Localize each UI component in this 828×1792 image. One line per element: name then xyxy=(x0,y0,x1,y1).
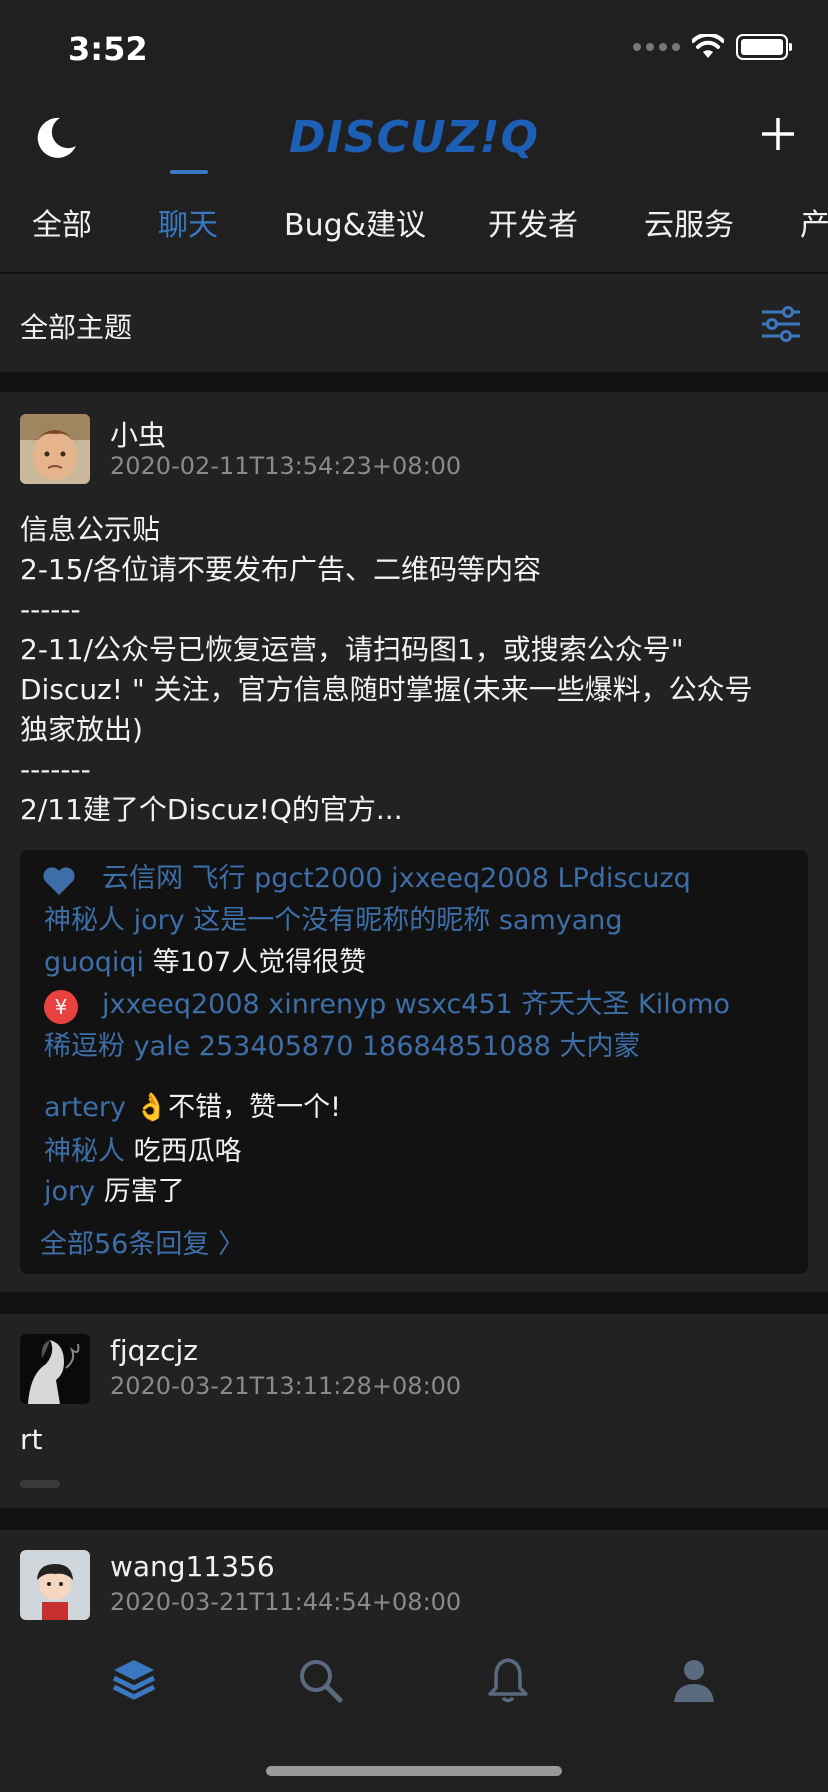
signal-icon xyxy=(633,43,680,51)
tab-all[interactable]: 全部 xyxy=(32,200,92,272)
search-icon[interactable] xyxy=(296,1656,344,1704)
avatar[interactable] xyxy=(20,1334,90,1404)
post-line: 独家放出) xyxy=(20,713,143,746)
reply-text: 吃西瓜咯 xyxy=(133,1136,242,1167)
reply-item[interactable]: 神秘人 吃西瓜咯 xyxy=(44,1132,242,1172)
post-body[interactable]: 信息公示贴 2-15/各位请不要发布广告、二维码等内容 ------ 2-11/… xyxy=(20,510,808,830)
tab-developers[interactable]: 开发者 xyxy=(488,200,578,272)
status-time: 3:52 xyxy=(68,30,148,68)
wifi-icon xyxy=(692,34,724,58)
post-card[interactable]: fjqzcjz 2020-03-21T13:11:28+08:00 rt xyxy=(0,1314,828,1508)
bell-icon[interactable] xyxy=(484,1656,532,1704)
subheader-title: 全部主题 xyxy=(20,311,133,344)
post-line: 2/11建了个Discuz!Q的官方... xyxy=(20,793,403,826)
post-time: 2020-03-21T11:44:54+08:00 xyxy=(110,1588,462,1616)
rewards-line[interactable]: 稀逗粉 yale 253405870 18684851088 大内蒙 xyxy=(44,1026,804,1067)
post-line: 信息公示贴 xyxy=(20,513,161,546)
status-bar: 3:52 xyxy=(0,0,828,96)
likes-summary[interactable]: guoqiqi 等107人觉得很赞 xyxy=(44,942,804,983)
post-line: ------ xyxy=(20,593,81,626)
post-line: 2-15/各位请不要发布广告、二维码等内容 xyxy=(20,553,541,586)
reply-author[interactable]: artery xyxy=(44,1092,126,1123)
topic-filter-bar: 全部主题 xyxy=(0,274,828,372)
tab-product[interactable]: 产 xyxy=(800,200,828,272)
image-placeholder xyxy=(20,1480,60,1488)
post-card[interactable]: 小虫 2020-02-11T13:54:23+08:00 信息公示贴 2-15/… xyxy=(0,392,828,1292)
avatar[interactable] xyxy=(20,414,90,484)
tab-bug-suggestions[interactable]: Bug&建议 xyxy=(284,200,426,272)
username[interactable]: 小虫 xyxy=(110,414,166,454)
likes-line[interactable]: 云信网 飞行 pgct2000 jxxeeq2008 LPdiscuzq xyxy=(102,858,792,899)
category-tabs: 全部 聊天 Bug&建议 开发者 云服务 产 xyxy=(0,200,828,272)
avatar[interactable] xyxy=(20,1550,90,1620)
add-post-button[interactable] xyxy=(758,114,798,154)
post-line: Discuz! " 关注，官方信息随时掌握(未来一些爆料，公众号 xyxy=(20,673,753,706)
reward-icon: ¥ xyxy=(44,990,78,1024)
post-time: 2020-02-11T13:54:23+08:00 xyxy=(110,452,462,480)
post-line: ------- xyxy=(20,753,91,786)
post-body[interactable]: rt xyxy=(20,1420,808,1460)
app-header: DISCUZ!Q 全部 聊天 Bug&建议 开发者 云服务 产 xyxy=(0,96,828,272)
battery-icon xyxy=(736,34,792,60)
username[interactable]: fjqzcjz xyxy=(110,1334,198,1367)
likes-count-text: 等107人觉得很赞 xyxy=(152,947,367,978)
reply-author[interactable]: jory xyxy=(44,1176,95,1207)
post-line: 2-11/公众号已恢复运营，请扫码图1，或搜索公众号" xyxy=(20,633,684,666)
reply-item[interactable]: artery 👌不错，赞一个! xyxy=(44,1088,341,1128)
post-time: 2020-03-21T13:11:28+08:00 xyxy=(110,1372,462,1400)
reply-text: 👌不错，赞一个! xyxy=(134,1092,341,1123)
reply-text: 厉害了 xyxy=(103,1176,185,1207)
reply-item[interactable]: jory 厉害了 xyxy=(44,1172,185,1212)
liker-name[interactable]: guoqiqi xyxy=(44,947,144,978)
interaction-panel: 云信网 飞行 pgct2000 jxxeeq2008 LPdiscuzq 神秘人… xyxy=(20,850,808,1274)
likes-line[interactable]: 神秘人 jory 这是一个没有昵称的昵称 samyang xyxy=(44,900,804,941)
tab-chat[interactable]: 聊天 xyxy=(158,200,218,272)
username[interactable]: wang11356 xyxy=(110,1550,275,1583)
all-replies-link[interactable]: 全部56条回复 〉 xyxy=(40,1222,245,1261)
reply-author[interactable]: 神秘人 xyxy=(44,1136,125,1167)
filter-icon[interactable] xyxy=(760,306,802,342)
tab-cloud-services[interactable]: 云服务 xyxy=(644,200,734,272)
home-icon[interactable] xyxy=(110,1656,158,1704)
home-indicator xyxy=(266,1766,562,1776)
user-icon[interactable] xyxy=(670,1656,718,1704)
rewards-line[interactable]: jxxeeq2008 xinrenyp wsxc451 齐天大圣 Kilomo xyxy=(102,984,792,1025)
status-icons xyxy=(633,34,792,60)
active-tab-indicator xyxy=(170,170,208,174)
app-logo: DISCUZ!Q xyxy=(289,112,539,163)
heart-icon xyxy=(43,867,75,895)
